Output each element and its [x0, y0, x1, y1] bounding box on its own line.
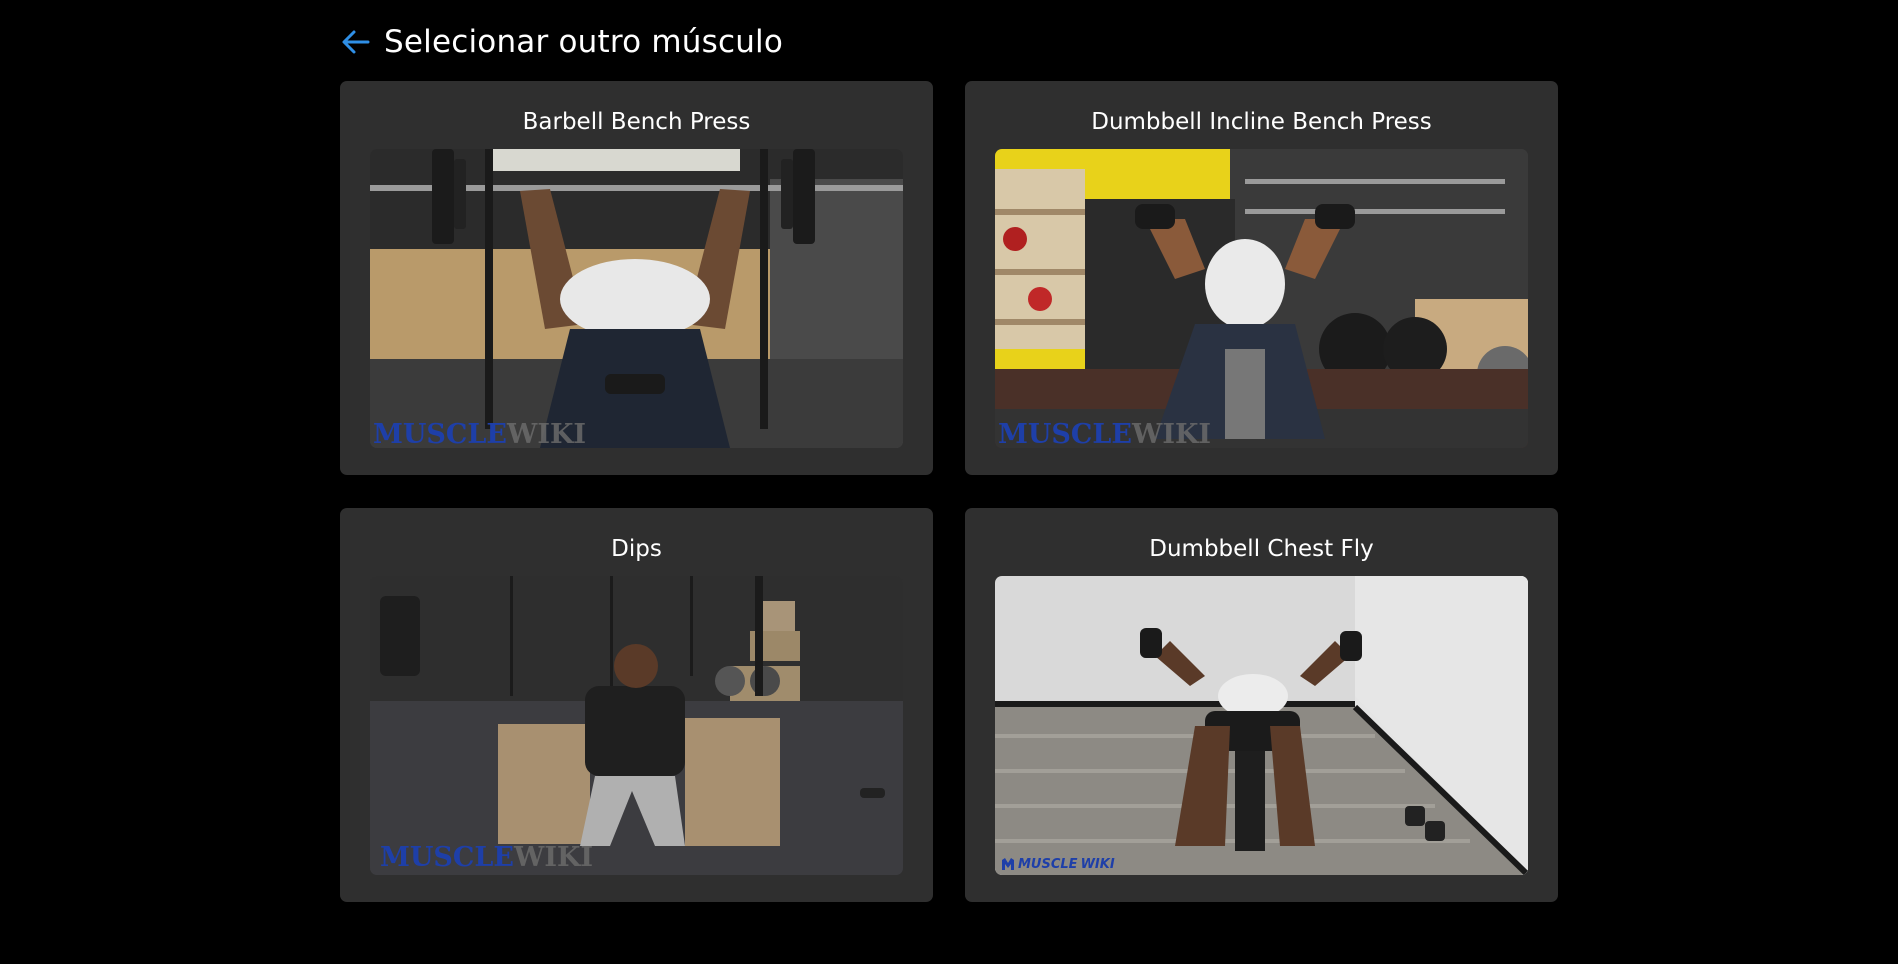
- exercise-thumbnail[interactable]: MUSCLEWIKI: [995, 576, 1528, 875]
- arrow-left-icon: [340, 26, 372, 58]
- exercise-thumbnail[interactable]: MUSCLEWIKI: [370, 149, 903, 448]
- exercise-title: Dumbbell Incline Bench Press: [1091, 109, 1432, 135]
- exercise-card-barbell-bench-press[interactable]: Barbell Bench Press MUSCLEWIKI: [340, 81, 933, 475]
- exercise-thumbnail[interactable]: MUSCLEWIKI: [370, 576, 903, 875]
- musclewiki-watermark: MUSCLEWIKI: [373, 419, 587, 448]
- exercise-title: Barbell Bench Press: [522, 109, 751, 135]
- exercise-title: Dumbbell Chest Fly: [1149, 536, 1374, 562]
- musclewiki-logo-icon: [1001, 857, 1015, 871]
- musclewiki-watermark: MUSCLEWIKI: [998, 419, 1212, 448]
- exercise-card-dumbbell-chest-fly[interactable]: Dumbbell Chest Fly MUSCLE WIKI: [965, 508, 1558, 902]
- back-to-muscle-selection-link[interactable]: Selecionar outro músculo: [340, 18, 783, 66]
- back-link-label: Selecionar outro músculo: [384, 24, 784, 60]
- exercise-selection-page: Selecionar outro músculo Barbell Bench P…: [0, 0, 1898, 964]
- exercise-card-dips[interactable]: Dips MUSCLEWIKI: [340, 508, 933, 902]
- exercise-card-dumbbell-incline-bench-press[interactable]: Dumbbell Incline Bench Press MUSCLEWIKI: [965, 81, 1558, 475]
- musclewiki-watermark: MUSCLEWIKI: [1001, 857, 1115, 871]
- musclewiki-watermark: MUSCLEWIKI: [380, 842, 594, 873]
- exercise-title: Dips: [611, 536, 662, 562]
- exercise-thumbnail[interactable]: MUSCLEWIKI: [995, 149, 1528, 448]
- exercise-grid: Barbell Bench Press MUSCLEWIKI Dumbbell …: [340, 81, 1558, 902]
